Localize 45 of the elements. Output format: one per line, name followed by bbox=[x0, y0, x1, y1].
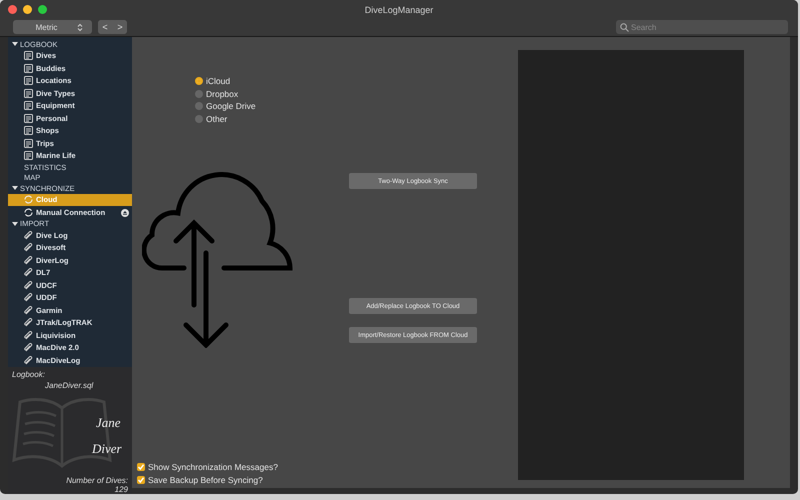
checkbox-label: Show Synchronization Messages? bbox=[148, 462, 278, 472]
cloud-option[interactable]: Other bbox=[195, 112, 228, 125]
radio-button[interactable] bbox=[195, 77, 203, 86]
option-label: Dropbox bbox=[206, 88, 238, 99]
cloud-option[interactable]: Dropbox bbox=[195, 88, 238, 100]
dives-count: 129 bbox=[114, 484, 128, 494]
disclosure-triangle-icon[interactable] bbox=[12, 185, 18, 192]
updown-icon bbox=[77, 22, 84, 32]
list-icon bbox=[24, 51, 33, 60]
list-icon bbox=[24, 151, 33, 160]
units-popup[interactable]: Metric bbox=[13, 20, 92, 34]
cover-name: Diver bbox=[92, 440, 122, 456]
dives-label: Number of Dives: bbox=[65, 476, 128, 484]
checkbox-label: Save Backup Before Syncing? bbox=[148, 474, 263, 484]
zoom-button[interactable] bbox=[38, 5, 47, 14]
cloud-option[interactable]: iCloud bbox=[195, 75, 230, 88]
list-icon bbox=[24, 88, 33, 98]
radio-button[interactable] bbox=[195, 90, 203, 98]
list-icon bbox=[24, 114, 33, 123]
window-title: DiveLogManager bbox=[364, 4, 434, 17]
list-icon bbox=[24, 101, 33, 110]
disclosure-triangle-icon[interactable] bbox=[12, 41, 18, 48]
checkbox[interactable] bbox=[137, 462, 145, 470]
search-field[interactable]: Search bbox=[616, 20, 788, 34]
eject-icon[interactable] bbox=[121, 208, 129, 216]
list-icon bbox=[24, 126, 33, 136]
disclosure-triangle-icon[interactable] bbox=[12, 220, 18, 227]
option-label: iCloud bbox=[206, 76, 230, 86]
logbook-filename: JaneDiver.sql bbox=[44, 380, 94, 390]
checkbox[interactable] bbox=[137, 476, 145, 484]
search-icon bbox=[620, 22, 629, 32]
list-icon bbox=[24, 76, 33, 86]
radio-button[interactable] bbox=[195, 114, 203, 123]
cloud-option[interactable]: Google Drive bbox=[195, 100, 256, 112]
cover-name: Jane bbox=[96, 414, 122, 430]
sync-icon bbox=[24, 195, 33, 204]
logbook-label: Logbook: bbox=[12, 370, 46, 378]
radio-button[interactable] bbox=[195, 102, 203, 110]
sync-icon bbox=[24, 208, 33, 217]
minimize-button[interactable] bbox=[23, 5, 32, 14]
list-icon bbox=[24, 138, 33, 148]
list-icon bbox=[24, 64, 33, 73]
option-label: Other bbox=[206, 114, 228, 124]
option-label: Google Drive bbox=[206, 101, 256, 112]
close-button[interactable] bbox=[8, 5, 17, 14]
